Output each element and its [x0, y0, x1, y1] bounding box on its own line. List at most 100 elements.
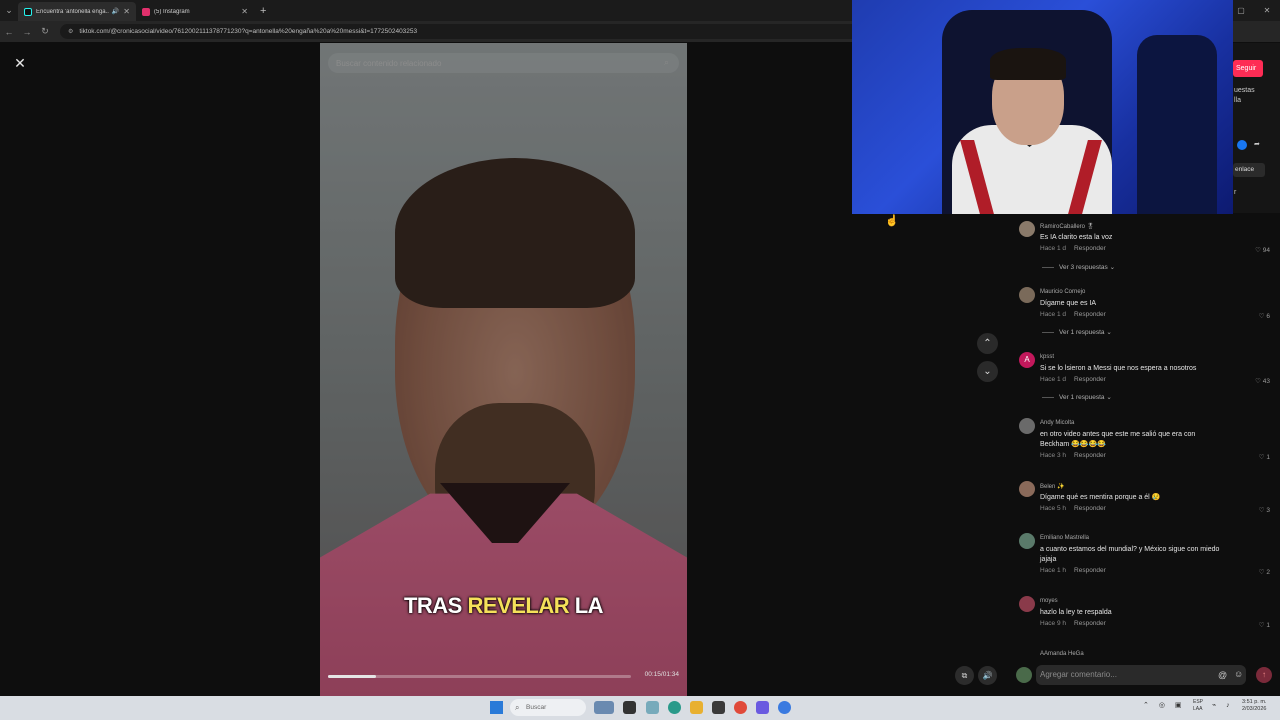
close-tab-icon[interactable]: ✕ [123, 7, 130, 16]
heart-icon[interactable]: ♡ [1259, 454, 1265, 461]
heart-icon[interactable]: ♡ [1255, 247, 1261, 254]
heart-icon[interactable]: ♡ [1259, 569, 1265, 576]
close-video-button[interactable]: ✕ [10, 54, 30, 74]
tab-tiktok[interactable]: Encuentra 'antonella enga... 🔊 ✕ [18, 2, 136, 21]
previous-video-button[interactable]: ⌃ [977, 333, 998, 354]
search-placeholder: Buscar contenido relacionado [336, 58, 442, 68]
comment-likes[interactable]: ♡ 43 [1255, 377, 1270, 385]
app-icon[interactable] [756, 701, 769, 714]
comment-likes[interactable]: ♡ 3 [1259, 506, 1270, 514]
facebook-share-icon[interactable] [1237, 140, 1247, 150]
network-icon[interactable]: ◎ [1159, 702, 1165, 709]
app-icon[interactable] [778, 701, 791, 714]
copy-link-button[interactable]: enlace [1233, 163, 1265, 177]
comment-username[interactable]: Andy Micolta [1040, 420, 1074, 426]
next-video-button[interactable]: ⌄ [977, 361, 998, 382]
reply-button[interactable]: Responder [1074, 311, 1106, 318]
comment-username[interactable]: Emiliano Mastrella [1040, 535, 1089, 541]
forward-icon[interactable]: → [18, 27, 36, 37]
avatar[interactable] [1019, 287, 1035, 303]
clock-date: 2/03/2026 [1242, 706, 1267, 712]
speaker-icon[interactable]: 🔊 [112, 8, 119, 15]
comment-username[interactable]: AAmanda HeGa [1040, 651, 1084, 657]
comment-likes[interactable]: ♡ 1 [1259, 621, 1270, 629]
close-window-icon[interactable]: ✕ [1254, 6, 1280, 15]
chrome-icon[interactable] [734, 701, 747, 714]
comment-likes[interactable]: ♡ 94 [1255, 246, 1270, 254]
volume-icon[interactable]: ♪ [1226, 702, 1230, 709]
tab-instagram[interactable]: (5) Instagram ✕ [136, 2, 254, 21]
comment-username[interactable]: Mauricio Cornejo [1040, 289, 1085, 295]
send-button[interactable]: ↑ [1256, 667, 1272, 683]
comment-likes[interactable]: ♡ 6 [1259, 312, 1270, 320]
heart-icon[interactable]: ♡ [1259, 313, 1265, 320]
like-count: 1 [1266, 622, 1270, 629]
back-icon[interactable]: ← [0, 27, 18, 37]
reply-button[interactable]: Responder [1074, 620, 1106, 627]
reply-button[interactable]: Responder [1074, 245, 1106, 252]
heart-icon[interactable]: ♡ [1255, 378, 1261, 385]
emoji-icon[interactable]: ☺ [1234, 669, 1243, 679]
new-tab-icon[interactable]: + [260, 5, 266, 17]
widget-icon[interactable] [594, 701, 614, 714]
copilot-icon[interactable] [646, 701, 659, 714]
reply-button[interactable]: Responder [1074, 567, 1106, 574]
view-replies-button[interactable]: Ver 3 respuestas ⌄ [1042, 263, 1115, 271]
task-view-icon[interactable] [623, 701, 636, 714]
file-explorer-icon[interactable] [690, 701, 703, 714]
site-info-icon[interactable]: ⚙ [68, 28, 73, 35]
avatar[interactable] [1019, 533, 1035, 549]
avatar [1016, 667, 1032, 683]
floating-player-button[interactable]: ⧉ [955, 666, 974, 685]
mention-icon[interactable]: @ [1218, 670, 1227, 680]
comment-time: Hace 1 h [1040, 567, 1067, 574]
related-search-input[interactable]: Buscar contenido relacionado ⌕ [328, 53, 679, 73]
windows-start-icon[interactable] [490, 701, 503, 714]
share-arrow-icon[interactable]: ➦ [1254, 140, 1260, 148]
comment-input-bar: Agregar comentario... @ ☺ ↑ [1016, 664, 1276, 686]
view-replies-button[interactable]: Ver 1 respuesta ⌄ [1042, 328, 1112, 336]
comment-meta: Hace 1 d Responder [1040, 311, 1106, 318]
chevron-up-icon[interactable]: ⌃ [1143, 702, 1149, 709]
language-indicator[interactable]: ESP LAA [1193, 699, 1203, 713]
comment-username[interactable]: moyes [1040, 598, 1058, 604]
video-progress-bar[interactable] [328, 675, 631, 678]
description-fragment: uestas [1234, 87, 1255, 94]
search-icon: ⌕ [515, 703, 520, 712]
volume-button[interactable]: 🔊 [978, 666, 997, 685]
comment-input[interactable]: Agregar comentario... [1036, 665, 1246, 685]
reload-icon[interactable]: ↻ [36, 26, 54, 37]
edge-icon[interactable] [668, 701, 681, 714]
search-icon[interactable]: ⌕ [664, 57, 669, 68]
tab-title: (5) Instagram [154, 8, 190, 15]
avatar[interactable]: A [1019, 352, 1035, 368]
comment-likes[interactable]: ♡ 1 [1259, 453, 1270, 461]
avatar[interactable] [1019, 221, 1035, 237]
tab-list-chevron-icon[interactable]: ⌄ [0, 0, 18, 21]
view-replies-label: Ver 3 respuestas [1059, 264, 1108, 271]
heart-icon[interactable]: ♡ [1259, 507, 1265, 514]
avatar[interactable] [1019, 596, 1035, 612]
reply-button[interactable]: Responder [1074, 505, 1106, 512]
like-count: 43 [1262, 378, 1270, 385]
video-player[interactable]: Buscar contenido relacionado ⌕ TRAS REVE… [320, 43, 687, 696]
follow-button[interactable]: Seguir [1233, 60, 1263, 77]
comment-username[interactable]: Belen ✨ [1040, 483, 1064, 490]
tab-title: Encuentra 'antonella enga... [36, 8, 109, 15]
comment-time: Hace 1 d [1040, 311, 1067, 318]
reply-button[interactable]: Responder [1074, 376, 1106, 383]
wifi-icon[interactable]: ⌁ [1212, 702, 1216, 709]
avatar[interactable] [1019, 481, 1035, 497]
comment-likes[interactable]: ♡ 2 [1259, 568, 1270, 576]
taskbar-search[interactable]: ⌕ Buscar [510, 699, 586, 716]
avatar[interactable] [1019, 418, 1035, 434]
reply-button[interactable]: Responder [1074, 452, 1106, 459]
close-tab-icon[interactable]: ✕ [241, 7, 248, 16]
comment-username[interactable]: kpsst [1040, 354, 1054, 360]
comment-username[interactable]: RamiroCaballero 🎖 [1040, 223, 1094, 230]
app-icon[interactable] [712, 701, 725, 714]
clock[interactable]: 3:51 p. m. 2/03/2026 [1242, 699, 1266, 713]
app-tray-icon[interactable]: ▣ [1175, 702, 1182, 709]
view-replies-button[interactable]: Ver 1 respuesta ⌄ [1042, 393, 1112, 401]
heart-icon[interactable]: ♡ [1259, 622, 1265, 629]
